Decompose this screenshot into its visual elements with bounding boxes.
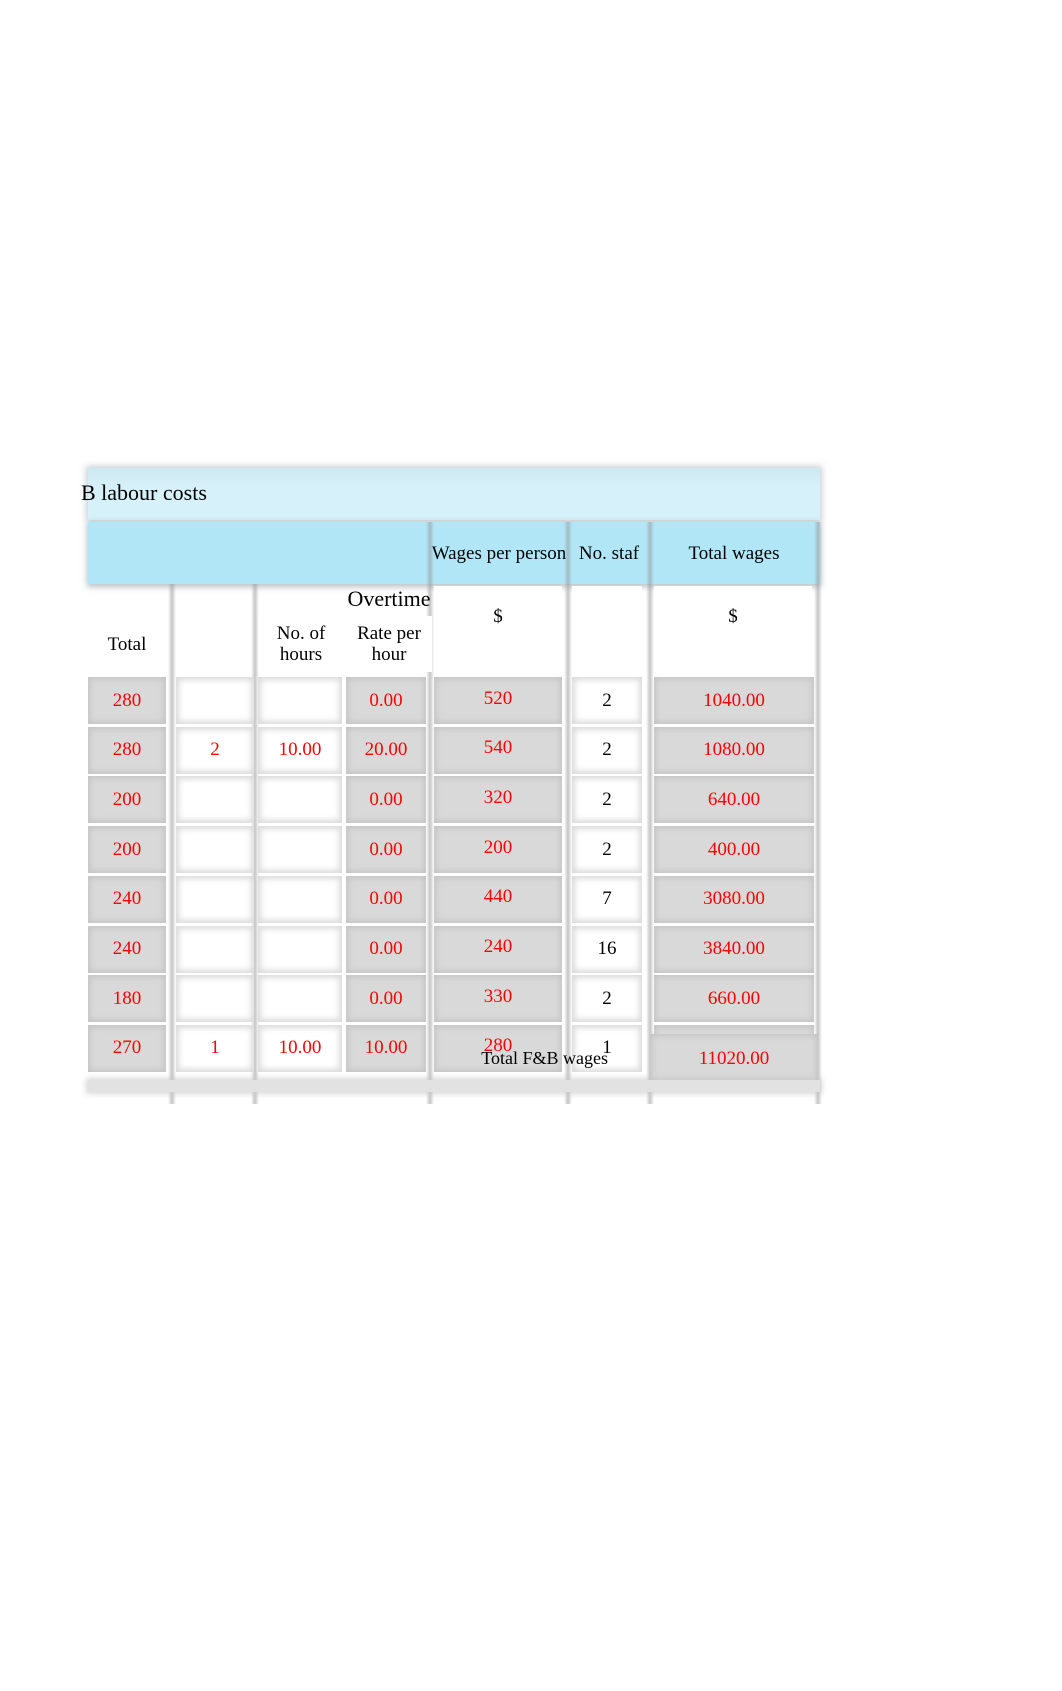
cell-overtime-total[interactable]: 10.00 — [346, 1024, 426, 1072]
cell-rate-per-hour[interactable]: 10.00 — [258, 726, 342, 774]
table-row: 200 0.00 320 2 640.00 — [88, 773, 820, 826]
table-row: 200 0.00 200 2 400.00 — [88, 823, 820, 876]
cell-no-staff[interactable]: 2 — [572, 677, 642, 724]
total-fb-wages-value: 11020.00 — [650, 1034, 818, 1084]
cell-no-staff[interactable]: 16 — [572, 925, 642, 973]
cell-total[interactable]: 180 — [88, 975, 166, 1023]
cell-total[interactable]: 200 — [88, 826, 166, 874]
cell-rate-per-hour[interactable] — [258, 875, 342, 923]
cell-wages-per-person[interactable]: 540 — [434, 726, 562, 774]
cell-rate-per-hour[interactable]: 10.00 — [258, 1024, 342, 1072]
cell-rate-per-hour[interactable] — [258, 925, 342, 973]
table-row: 240 0.00 240 16 3840.00 — [88, 923, 820, 976]
cell-wages-per-person[interactable]: 440 — [434, 875, 562, 923]
total-fb-wages-label: Total F&B wages — [481, 1048, 608, 1068]
cell-total-wages[interactable]: 1080.00 — [654, 726, 814, 774]
cell-total-wages[interactable]: 660.00 — [654, 975, 814, 1023]
cell-overtime-hours[interactable]: 1 — [176, 1024, 254, 1072]
cell-wages-per-person[interactable]: 200 — [434, 826, 562, 874]
cell-total[interactable]: 270 — [88, 1024, 166, 1072]
header-band: Wages per person No. staf Total wages — [88, 522, 820, 584]
section-title: B labour costs — [81, 480, 207, 505]
cell-overtime-hours[interactable] — [176, 677, 254, 724]
cell-overtime-hours[interactable]: 2 — [176, 726, 254, 774]
cell-no-staff[interactable]: 2 — [572, 726, 642, 774]
header-total-wages: Total wages — [688, 542, 780, 564]
cell-total[interactable]: 280 — [88, 726, 166, 774]
cell-no-staff[interactable]: 2 — [572, 826, 642, 874]
cell-overtime-hours[interactable] — [176, 975, 254, 1023]
bottom-border — [88, 1080, 820, 1092]
cell-overtime-hours[interactable] — [176, 875, 254, 923]
title-band: B labour costs — [81, 468, 820, 520]
cell-total-wages[interactable]: 3840.00 — [654, 925, 814, 973]
table-row: 280 0.00 520 2 1040.00 — [88, 674, 820, 727]
subheader-total-wages-unit: $ — [654, 586, 812, 672]
cell-overtime-hours[interactable] — [176, 776, 254, 824]
cell-overtime-total[interactable]: 0.00 — [346, 975, 426, 1023]
cell-wages-per-person[interactable]: 520 — [434, 677, 562, 724]
cell-total-wages[interactable]: 1040.00 — [654, 677, 814, 724]
subheader-no-of-hours: No. of hours — [258, 616, 344, 672]
cell-total[interactable]: 200 — [88, 776, 166, 824]
cell-total-wages[interactable]: 3080.00 — [654, 875, 814, 923]
cell-wages-per-person[interactable]: 330 — [434, 975, 562, 1023]
header-wages-per-person: Wages per person — [431, 542, 567, 564]
cell-rate-per-hour[interactable] — [258, 975, 342, 1023]
cell-rate-per-hour[interactable] — [258, 677, 342, 724]
cell-total-wages[interactable]: 400.00 — [654, 826, 814, 874]
cell-overtime-total[interactable]: 0.00 — [346, 677, 426, 724]
table-row: 180 0.00 330 2 660.00 — [88, 972, 820, 1025]
cell-overtime-total[interactable]: 0.00 — [346, 925, 426, 973]
cell-no-staff[interactable]: 2 — [572, 776, 642, 824]
cell-total[interactable]: 240 — [88, 925, 166, 973]
cell-rate-per-hour[interactable] — [258, 826, 342, 874]
cell-overtime-total[interactable]: 0.00 — [346, 776, 426, 824]
cell-overtime-hours[interactable] — [176, 826, 254, 874]
cell-total[interactable]: 280 — [88, 677, 166, 724]
subheader-rate-per-hour: Rate per hour — [346, 616, 432, 672]
cell-overtime-total[interactable]: 20.00 — [346, 726, 426, 774]
cell-total-wages[interactable]: 640.00 — [654, 776, 814, 824]
subheader-no-staff-blank — [572, 586, 642, 672]
cell-overtime-total[interactable]: 0.00 — [346, 875, 426, 923]
table-row: 240 0.00 440 7 3080.00 — [88, 873, 820, 926]
cell-rate-per-hour[interactable] — [258, 776, 342, 824]
cell-total[interactable]: 240 — [88, 875, 166, 923]
cell-no-staff[interactable]: 2 — [572, 975, 642, 1023]
cell-wages-per-person[interactable]: 240 — [434, 925, 562, 973]
cell-overtime-hours[interactable] — [176, 925, 254, 973]
cell-no-staff[interactable]: 7 — [572, 875, 642, 923]
table-row: 280 2 10.00 20.00 540 2 1080.00 — [88, 724, 820, 777]
cell-wages-per-person[interactable]: 320 — [434, 776, 562, 824]
subheader-wages-unit: $ — [434, 586, 562, 672]
header-no-staff: No. staf — [578, 542, 640, 564]
cell-overtime-total[interactable]: 0.00 — [346, 826, 426, 874]
subheader-total: Total — [88, 616, 166, 672]
